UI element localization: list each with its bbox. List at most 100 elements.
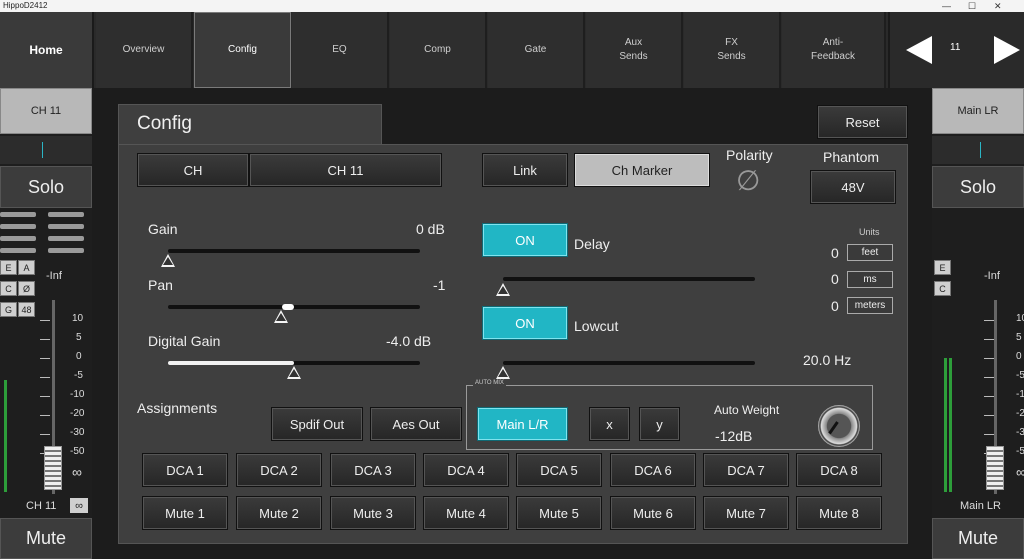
dca-3-button[interactable]: DCA 3: [330, 453, 416, 487]
mute-1-button[interactable]: Mute 1: [142, 496, 228, 530]
aes-out-button[interactable]: Aes Out: [370, 407, 462, 441]
mute-8-button[interactable]: Mute 8: [796, 496, 882, 530]
scale-label: -20: [70, 408, 85, 419]
fader-cap[interactable]: [986, 446, 1004, 490]
channel-meter: [0, 136, 92, 164]
polarity-button[interactable]: Ø: [18, 281, 35, 296]
prev-channel-icon[interactable]: [906, 36, 932, 64]
tab-gate[interactable]: Gate: [488, 12, 585, 88]
y-button[interactable]: y: [639, 407, 680, 441]
delay-feet-value: 0: [831, 245, 839, 261]
mute-5-button[interactable]: Mute 5: [516, 496, 602, 530]
auto-weight-knob[interactable]: [818, 405, 860, 447]
channel-name-button[interactable]: CH 11: [0, 88, 92, 134]
comp-enable-button[interactable]: C: [934, 281, 951, 296]
lowcut-slider-track[interactable]: [503, 361, 755, 365]
home-button[interactable]: Home: [0, 12, 94, 88]
delay-on-button[interactable]: ON: [482, 223, 568, 257]
mute-7-button[interactable]: Mute 7: [703, 496, 789, 530]
digital-gain-label: Digital Gain: [148, 333, 221, 349]
dca-2-button[interactable]: DCA 2: [236, 453, 322, 487]
delay-label: Delay: [574, 236, 610, 252]
scale-label: -50: [1016, 446, 1024, 457]
title-bar: HippoD2412: [0, 0, 1024, 12]
link-icon[interactable]: ∞: [70, 498, 88, 513]
tab-anti-feedback[interactable]: Anti- Feedback: [782, 12, 886, 88]
pan-slider-thumb[interactable]: [274, 310, 289, 323]
gain-slider-track[interactable]: [168, 249, 420, 253]
spdif-out-button[interactable]: Spdif Out: [271, 407, 363, 441]
eq-thumbnail[interactable]: [0, 210, 92, 256]
scale-label: ∞: [1016, 464, 1024, 480]
scale-label: -30: [70, 427, 85, 438]
gain-slider-thumb[interactable]: [161, 254, 175, 267]
mute-6-button[interactable]: Mute 6: [610, 496, 696, 530]
ch-marker-button[interactable]: Ch Marker: [574, 153, 710, 187]
solo-button[interactable]: Solo: [0, 166, 92, 208]
mute-3-button[interactable]: Mute 3: [330, 496, 416, 530]
next-channel-icon[interactable]: [994, 36, 1020, 64]
mute-4-button[interactable]: Mute 4: [423, 496, 509, 530]
tab-aux-sends[interactable]: Aux Sends: [586, 12, 683, 88]
channel-name-field[interactable]: CH 11: [249, 153, 442, 187]
dca-8-button[interactable]: DCA 8: [796, 453, 882, 487]
solo-button[interactable]: Solo: [932, 166, 1024, 208]
scale-label: 5: [76, 332, 82, 343]
strip-label: CH 11: [26, 500, 57, 512]
ch-label-button[interactable]: CH: [137, 153, 249, 187]
tab-comp[interactable]: Comp: [390, 12, 487, 88]
fader-cap[interactable]: [44, 446, 62, 490]
phantom-label: Phantom: [823, 149, 880, 165]
maximize-button[interactable]: ☐: [968, 0, 976, 12]
mute-button[interactable]: Mute: [932, 518, 1024, 559]
polarity-icon[interactable]: ∅: [736, 164, 760, 197]
lowcut-on-button[interactable]: ON: [482, 306, 568, 340]
x-button[interactable]: x: [589, 407, 630, 441]
gain-label: Gain: [148, 221, 178, 237]
eq-enable-button[interactable]: E: [934, 260, 951, 275]
scale-label: -5: [1016, 370, 1024, 381]
tab-fx-sends[interactable]: FX Sends: [684, 12, 781, 88]
digital-gain-slider-thumb[interactable]: [287, 366, 301, 379]
dca-7-button[interactable]: DCA 7: [703, 453, 789, 487]
dca-1-button[interactable]: DCA 1: [142, 453, 228, 487]
eq-enable-button[interactable]: E: [0, 260, 17, 275]
phantom-48-button[interactable]: 48: [18, 302, 35, 317]
dca-5-button[interactable]: DCA 5: [516, 453, 602, 487]
scale-label: -20: [1016, 408, 1024, 419]
ms-unit-button[interactable]: ms: [847, 271, 893, 288]
lowcut-slider-thumb[interactable]: [496, 366, 510, 379]
scale-label: 0: [76, 351, 82, 362]
mute-button[interactable]: Mute: [0, 518, 92, 559]
meters-unit-button[interactable]: meters: [847, 297, 893, 314]
gate-enable-button[interactable]: G: [0, 302, 17, 317]
a-button[interactable]: A: [18, 260, 35, 275]
panel-title: Config: [137, 113, 192, 134]
main-lr-button[interactable]: Main L/R: [477, 407, 568, 441]
dca-4-button[interactable]: DCA 4: [423, 453, 509, 487]
delay-slider-thumb[interactable]: [496, 283, 510, 296]
dca-6-button[interactable]: DCA 6: [610, 453, 696, 487]
mute-2-button[interactable]: Mute 2: [236, 496, 322, 530]
scale-label: 0: [1016, 351, 1022, 362]
reset-button[interactable]: Reset: [817, 105, 908, 139]
tab-eq[interactable]: EQ: [292, 12, 389, 88]
comp-enable-button[interactable]: C: [0, 281, 17, 296]
tab-overview[interactable]: Overview: [96, 12, 193, 88]
tab-config[interactable]: Config: [194, 12, 291, 88]
main-name-button[interactable]: Main LR: [932, 88, 1024, 134]
polarity-label: Polarity: [726, 147, 773, 163]
pan-slider-track[interactable]: [168, 305, 420, 309]
pan-value: -1: [433, 277, 446, 293]
top-nav: Home Overview Config EQ Comp Gate Aux Se…: [0, 12, 1024, 88]
minimize-button[interactable]: —: [942, 0, 951, 12]
scale-label: 10: [1016, 313, 1024, 324]
delay-slider-track[interactable]: [503, 277, 755, 281]
level-readout: -Inf: [46, 270, 62, 282]
close-button[interactable]: ✕: [994, 0, 1002, 12]
link-button[interactable]: Link: [482, 153, 568, 187]
channel-navigator: 11: [888, 12, 1024, 88]
feet-unit-button[interactable]: feet: [847, 244, 893, 261]
level-readout: -Inf: [984, 270, 1000, 282]
phantom-48v-button[interactable]: 48V: [810, 170, 896, 204]
